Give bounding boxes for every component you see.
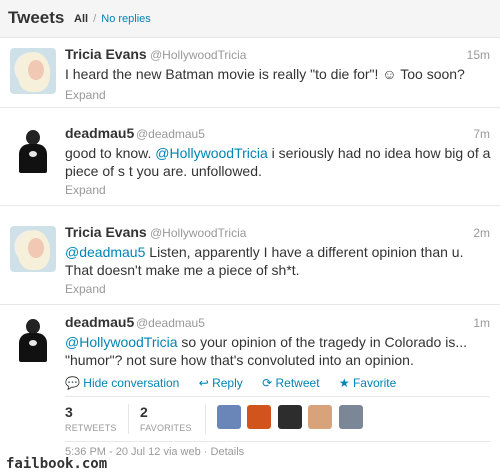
favorite-label: FAVORITES xyxy=(140,423,192,433)
hide-conversation-button[interactable]: 💬 Hide conversation xyxy=(65,376,187,390)
tweet-author-name[interactable]: Tricia Evans xyxy=(65,46,147,62)
favoriter-avatar[interactable] xyxy=(217,405,241,429)
tweet-time[interactable]: 15m xyxy=(467,48,490,62)
tweet-author-name[interactable]: deadmau5 xyxy=(65,314,134,330)
tweet-time[interactable]: 2m xyxy=(473,226,490,240)
tweet-actions: 💬 Hide conversation ↩ Reply ⟳ Retweet ★ … xyxy=(65,376,412,390)
stats-divider xyxy=(128,404,129,434)
favoriter-avatar[interactable] xyxy=(247,405,272,429)
tweet-filter: All / No replies xyxy=(74,13,151,25)
tweet-text-before: good to know. xyxy=(65,145,156,161)
tweet-author-name[interactable]: Tricia Evans xyxy=(65,224,147,240)
tweet-card: Tricia Evans @HollywoodTricia 2m @deadma… xyxy=(0,216,500,305)
mention-link[interactable]: @deadmau5 xyxy=(65,244,145,260)
timeline-header: Tweets All / No replies xyxy=(0,0,500,38)
tweets-title: Tweets xyxy=(8,8,65,27)
retweet-label: Retweet xyxy=(275,376,320,390)
retweet-count[interactable]: 3 RETWEETS xyxy=(65,404,117,433)
tweet-time[interactable]: 1m xyxy=(473,316,490,330)
reply-button[interactable]: ↩ Reply xyxy=(199,376,251,390)
avatar-image[interactable] xyxy=(10,316,56,362)
favoriters-list xyxy=(217,405,365,429)
avatar-image[interactable] xyxy=(10,226,56,272)
mention-link[interactable]: @HollywoodTricia xyxy=(65,334,178,350)
avatar-image[interactable] xyxy=(10,127,56,173)
retweet-number: 3 xyxy=(65,404,73,420)
avatar-face xyxy=(28,60,44,80)
avatar-body xyxy=(19,144,47,173)
tweet-author-handle[interactable]: @HollywoodTricia xyxy=(150,48,246,62)
tweet-text: good to know. @HollywoodTricia i serious… xyxy=(65,144,491,180)
tweet-stats: 3 RETWEETS 2 FAVORITES xyxy=(65,396,490,442)
retweet-button[interactable]: ⟳ Retweet xyxy=(262,376,327,390)
favorite-number: 2 xyxy=(140,404,148,420)
filter-separator: / xyxy=(93,13,97,25)
avatar-logo xyxy=(29,151,37,157)
tweet-author-handle[interactable]: @deadmau5 xyxy=(136,127,205,141)
retweet-label: RETWEETS xyxy=(65,423,117,433)
tweet-card: deadmau5 @deadmau5 7m good to know. @Hol… xyxy=(0,117,500,206)
tweet-time[interactable]: 7m xyxy=(473,127,490,141)
mention-link[interactable]: @HollywoodTricia xyxy=(155,145,268,161)
hide-conversation-label: Hide conversation xyxy=(83,376,180,390)
avatar-head xyxy=(26,319,40,334)
stats-divider xyxy=(205,404,206,434)
avatar-head xyxy=(26,130,40,145)
favoriter-avatar[interactable] xyxy=(308,405,333,429)
tweet-author-handle[interactable]: @deadmau5 xyxy=(136,316,205,330)
avatar-body xyxy=(19,333,47,362)
expand-link[interactable]: Expand xyxy=(65,282,106,296)
avatar-face xyxy=(28,238,44,258)
avatar-image[interactable] xyxy=(10,48,56,94)
expand-link[interactable]: Expand xyxy=(65,88,106,102)
tweet-author-handle[interactable]: @HollywoodTricia xyxy=(150,226,246,240)
tweet-text: @deadmau5 Listen, apparently I have a di… xyxy=(65,243,491,279)
tweet-text: @HollywoodTricia so your opinion of the … xyxy=(65,333,491,369)
reply-label: Reply xyxy=(212,376,243,390)
tweet-text: I heard the new Batman movie is really "… xyxy=(65,66,465,82)
tweet-card: Tricia Evans @HollywoodTricia 15m I hear… xyxy=(0,38,500,108)
favorite-label: Favorite xyxy=(352,376,397,390)
favoriter-avatar[interactable] xyxy=(277,405,302,429)
expand-link[interactable]: Expand xyxy=(65,183,106,197)
favorite-count[interactable]: 2 FAVORITES xyxy=(140,404,192,433)
filter-all[interactable]: All xyxy=(74,13,88,25)
favorite-button[interactable]: ★ Favorite xyxy=(339,376,404,390)
tweet-author-name[interactable]: deadmau5 xyxy=(65,125,134,141)
watermark: failbook.com xyxy=(6,456,108,472)
favoriter-avatar[interactable] xyxy=(338,405,363,429)
filter-no-replies[interactable]: No replies xyxy=(101,13,151,25)
avatar-logo xyxy=(29,340,37,346)
